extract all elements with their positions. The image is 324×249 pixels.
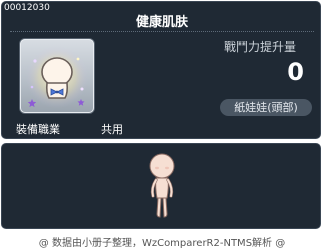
item-category-badge: 紙娃娃(頭部): [220, 99, 312, 116]
data-source-credit: @ 数据由小册子整理，WzComparerR2-NTMS解析 @: [38, 238, 286, 249]
required-job-label: 裝備職業: [16, 123, 60, 136]
title-divider: [10, 31, 314, 32]
avatar-preview-panel: [1, 143, 321, 229]
mannequin-head-icon: [26, 46, 88, 108]
combat-power-value: 0: [287, 58, 304, 86]
item-info-panel: 00012030 健康肌肤 裝備職業 共用 戰鬥力提升量 0 紙娃娃(頭部): [1, 1, 321, 139]
mannequin-body-figure: [149, 153, 175, 218]
item-icon-frame: [20, 39, 94, 113]
item-tooltip: 00012030 健康肌肤 裝備職業 共用 戰鬥力提升量 0 紙娃娃(頭部) @…: [0, 0, 324, 249]
required-job-value: 共用: [101, 123, 123, 136]
item-name: 健康肌肤: [135, 15, 188, 30]
combat-power-label: 戰鬥力提升量: [224, 40, 297, 54]
